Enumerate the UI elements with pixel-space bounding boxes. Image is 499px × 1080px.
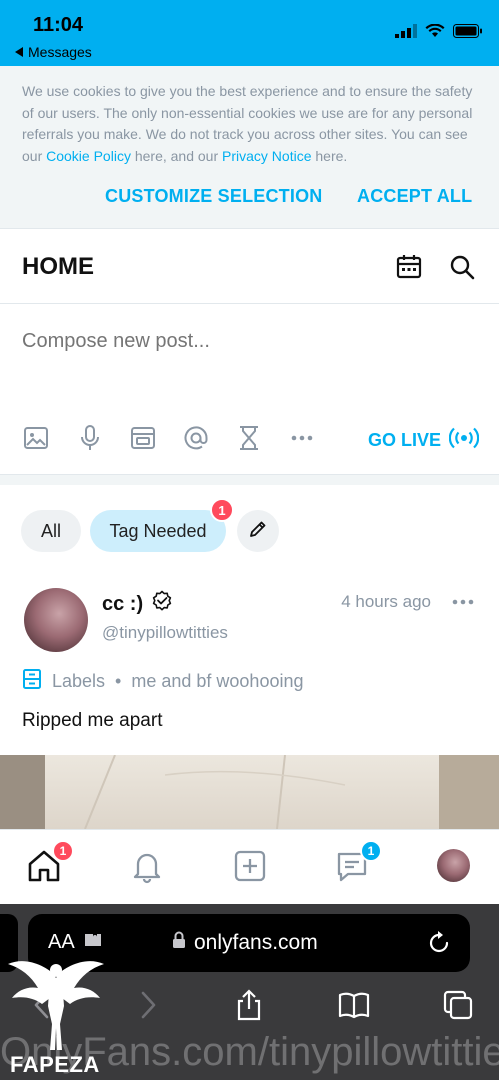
share-icon[interactable]	[232, 988, 266, 1022]
cookie-banner: We use cookies to give you the best expe…	[0, 66, 499, 228]
back-label: Messages	[28, 44, 92, 60]
notification-badge: 1	[210, 498, 234, 522]
filter-chip-all[interactable]: All	[21, 510, 81, 552]
nav-messages[interactable]: 1	[334, 840, 382, 884]
bookmarks-icon[interactable]	[337, 988, 371, 1022]
cookie-policy-link[interactable]: Cookie Policy	[46, 148, 131, 164]
post-media[interactable]	[0, 755, 499, 829]
go-live-label: GO LIVE	[367, 430, 441, 450]
filter-chip-label: All	[40, 520, 61, 541]
section-gap	[0, 475, 499, 485]
post-timestamp[interactable]: 4 hours ago	[341, 592, 431, 612]
status-time: 11:04	[33, 14, 84, 36]
microphone-icon[interactable]	[76, 424, 104, 452]
filter-chip-label: Tag Needed	[109, 520, 207, 541]
post-labels: Labels • me and bf woohooing	[22, 668, 303, 695]
verified-icon	[151, 590, 173, 618]
media-panel	[0, 755, 45, 829]
tabs-icon[interactable]	[441, 988, 475, 1022]
privacy-notice-link[interactable]: Privacy Notice	[222, 148, 311, 164]
notification-badge: 1	[360, 840, 382, 862]
cookie-text-part: here.	[311, 147, 348, 164]
message-icon	[334, 852, 370, 888]
go-live-button[interactable]: GO LIVE	[367, 426, 480, 455]
nav-home[interactable]: 1	[26, 840, 74, 884]
search-icon[interactable]	[448, 253, 476, 281]
home-icon	[26, 850, 62, 888]
wifi-icon	[425, 23, 445, 43]
media-panel	[45, 755, 439, 829]
url-text: onlyfans.com	[194, 931, 318, 954]
broadcast-icon	[448, 426, 480, 455]
nav-notifications[interactable]	[129, 848, 165, 884]
lock-icon	[172, 931, 186, 955]
mention-icon[interactable]	[182, 424, 210, 452]
calendar-icon[interactable]	[395, 253, 423, 281]
author-handle[interactable]: @tinypillowtitties	[102, 623, 228, 643]
accept-all-button[interactable]: ACCEPT ALL	[357, 186, 472, 207]
angel-logo-icon	[6, 946, 106, 1054]
composer-toolbar: GO LIVE	[0, 422, 499, 454]
post-composer: GO LIVE	[0, 304, 499, 474]
add-post-icon	[232, 850, 268, 888]
nav-profile-avatar[interactable]	[437, 849, 470, 882]
post-text: Ripped me apart	[22, 710, 163, 731]
hourglass-icon[interactable]	[235, 424, 263, 452]
cookie-text: We use cookies to give you the best expe…	[22, 81, 482, 167]
status-bar: 11:04 Messages	[0, 0, 499, 66]
author-name-text: cc :)	[102, 592, 144, 615]
post-more-icon[interactable]	[451, 592, 475, 612]
watermark-brand: FAPEZA	[10, 1052, 100, 1077]
url-display[interactable]: onlyfans.com	[172, 931, 318, 955]
customize-selection-button[interactable]: CUSTOMIZE SELECTION	[105, 186, 322, 207]
more-options-icon[interactable]	[288, 424, 316, 452]
pencil-icon	[248, 519, 268, 544]
cookie-actions: CUSTOMIZE SELECTION ACCEPT ALL	[0, 186, 499, 214]
status-icons	[395, 23, 483, 43]
notification-badge: 1	[52, 840, 74, 862]
nav-new-post[interactable]	[232, 848, 268, 884]
labels-title[interactable]: Labels	[52, 671, 105, 692]
image-icon[interactable]	[22, 424, 50, 452]
label-tag[interactable]: me and bf woohooing	[131, 671, 303, 692]
edit-filters-button[interactable]	[237, 510, 279, 552]
post-card: cc :) @tinypillowtitties 4 hours ago Lab…	[0, 566, 499, 756]
battery-icon	[453, 24, 483, 43]
back-to-messages[interactable]: Messages	[14, 44, 92, 60]
separator-dot: •	[115, 671, 122, 691]
label-icon	[22, 668, 42, 695]
feed-filters: All Tag Needed 1	[0, 486, 499, 566]
filter-chip-tag-needed[interactable]: Tag Needed 1	[90, 498, 234, 552]
media-panel	[439, 755, 499, 829]
cookie-text-part: here, and our	[130, 147, 223, 164]
page-header: HOME	[0, 229, 499, 303]
browser-forward-icon[interactable]	[130, 988, 164, 1022]
vault-icon[interactable]	[129, 424, 157, 452]
page-title: HOME	[22, 253, 94, 280]
back-triangle-icon	[14, 44, 24, 60]
compose-input[interactable]	[22, 330, 472, 353]
avatar[interactable]	[24, 588, 88, 652]
bottom-nav: 1 1	[0, 829, 499, 903]
author-name[interactable]: cc :)	[102, 590, 173, 618]
signal-icon	[395, 24, 417, 43]
reload-icon[interactable]	[426, 930, 452, 956]
bell-icon	[129, 853, 165, 888]
